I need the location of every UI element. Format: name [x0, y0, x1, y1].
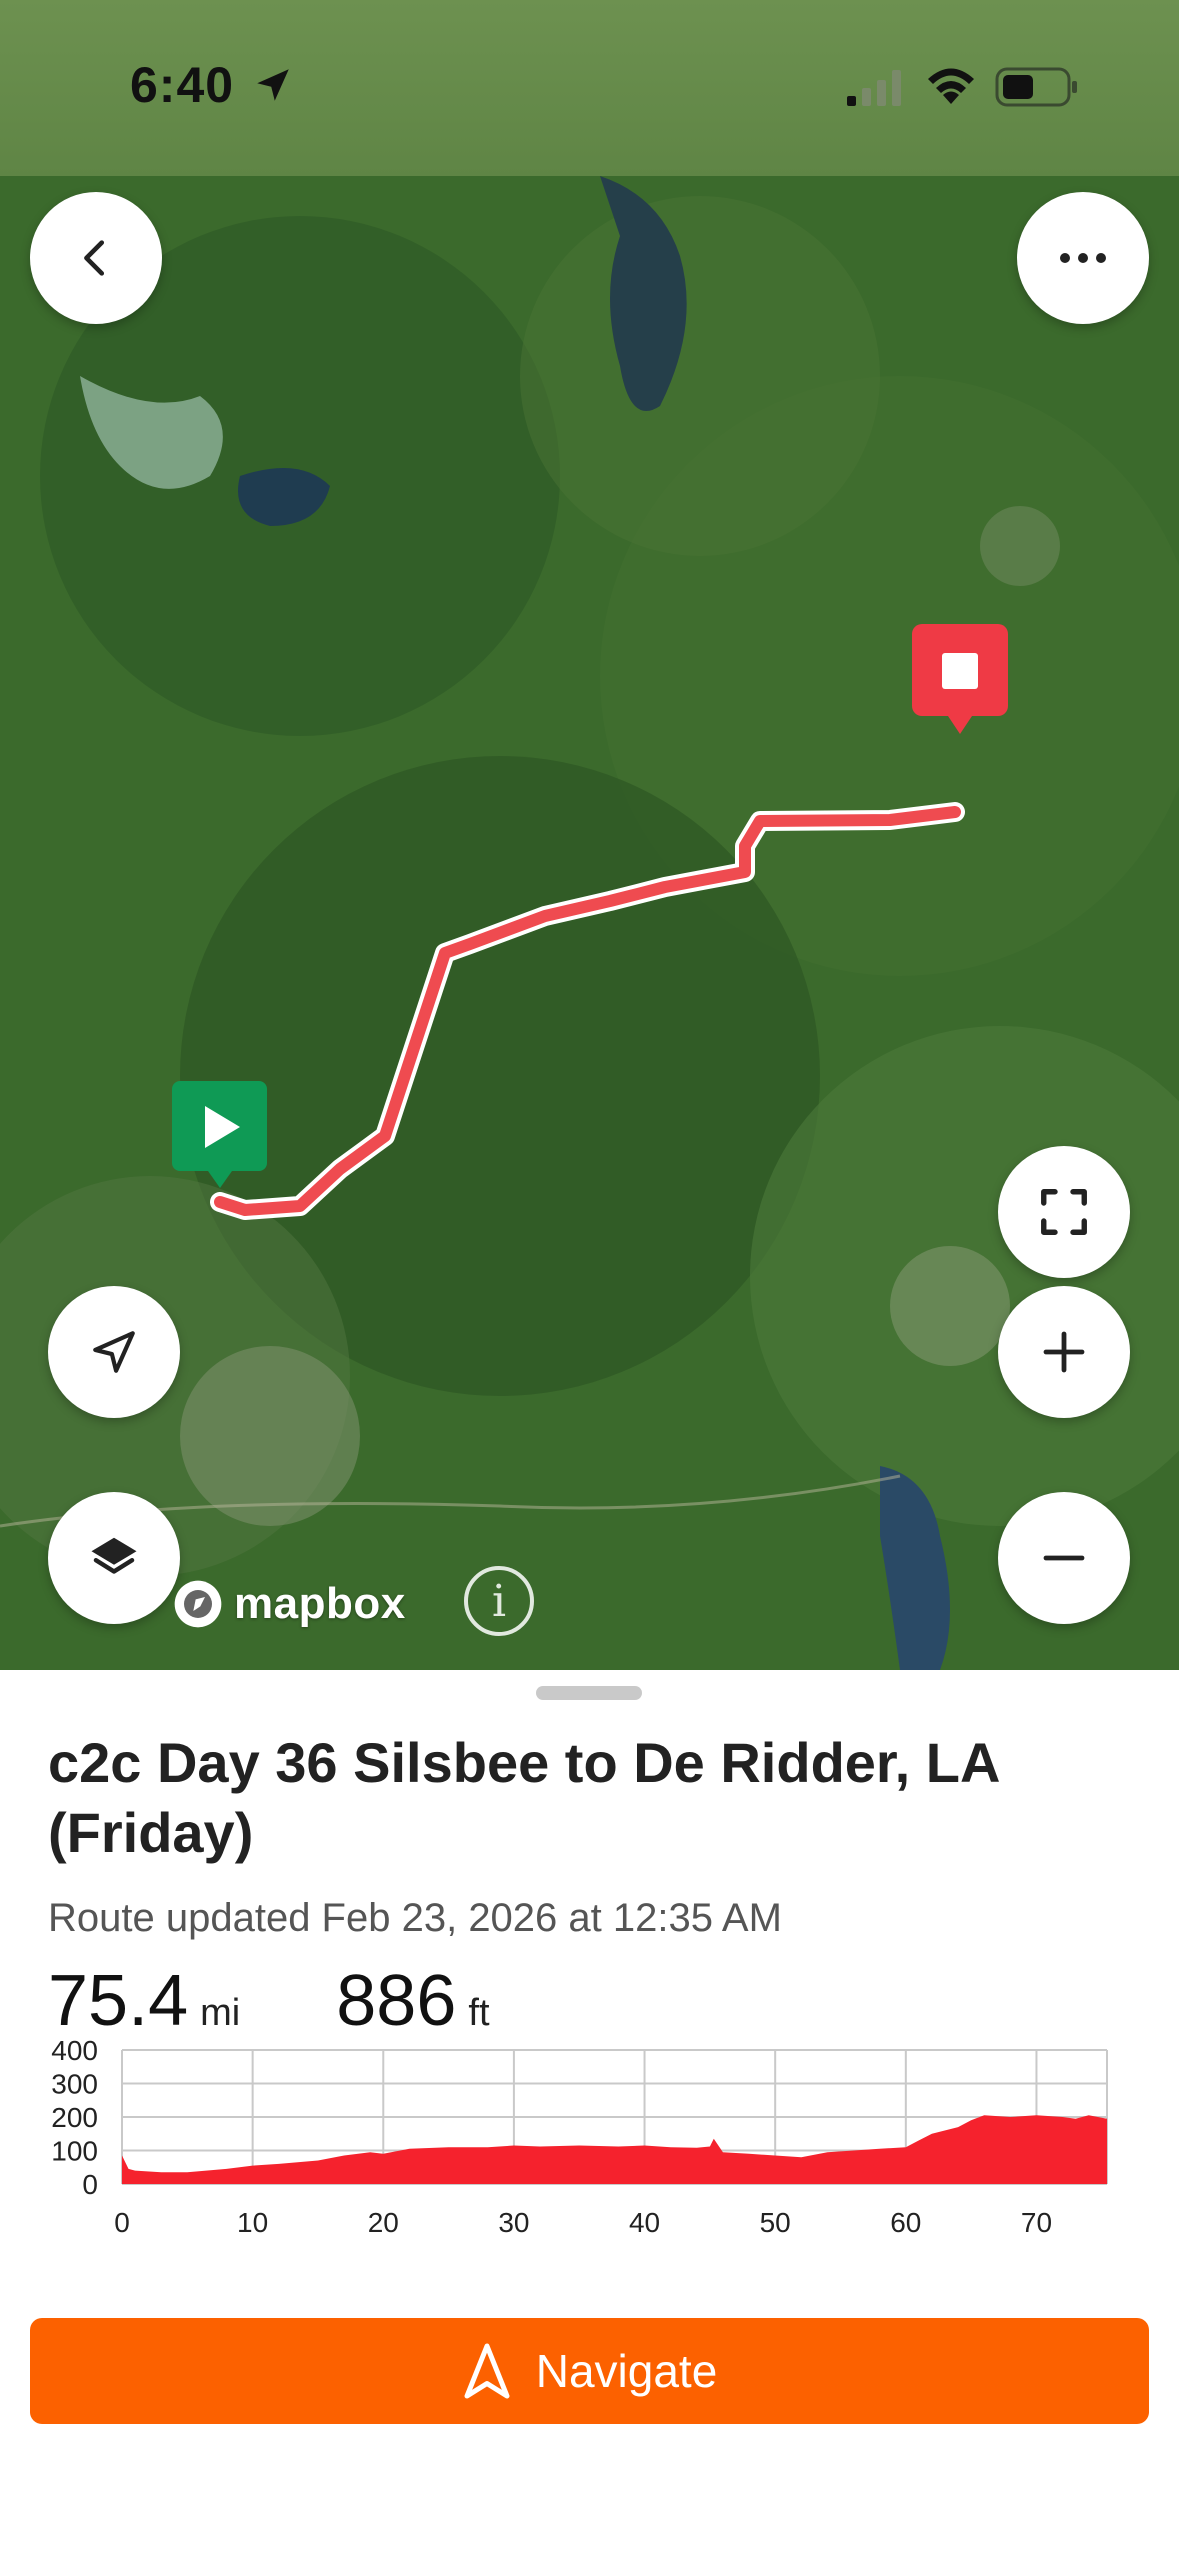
x-tick-label: 20 [368, 2207, 399, 2238]
x-tick-label: 30 [498, 2207, 529, 2238]
route-map[interactable]: mapbox i [0, 176, 1179, 1670]
elevation-chart[interactable]: 01002003004000 10 20 30 40 50 60 70 [0, 2040, 1179, 2340]
zoom-out-button[interactable] [998, 1492, 1130, 1624]
satellite-map-image [0, 176, 1179, 1670]
info-icon[interactable]: i [464, 1566, 534, 1636]
layers-icon [91, 1537, 137, 1574]
x-tick-label: 0 [114, 2207, 130, 2238]
cellular-signal-icon [847, 70, 901, 106]
status-bar: 6:40 [0, 0, 1179, 176]
fullscreen-button[interactable] [998, 1146, 1130, 1278]
mapbox-logo-icon [174, 1580, 222, 1628]
more-icon [1060, 253, 1106, 263]
map-layers-button[interactable] [48, 1492, 180, 1624]
y-tick-label: 300 [51, 2069, 98, 2100]
x-tick-label: 10 [237, 2207, 268, 2238]
fullscreen-icon [1041, 1189, 1087, 1235]
navigation-arrow-icon [464, 2343, 510, 2399]
mapbox-text: mapbox [234, 1579, 406, 1628]
location-arrow-icon [257, 69, 289, 101]
wifi-icon [928, 68, 974, 104]
more-options-button[interactable] [1017, 192, 1149, 324]
x-tick-label: 70 [1021, 2207, 1052, 2238]
mapbox-logo[interactable]: mapbox [170, 1576, 406, 1632]
x-tick-label: 40 [629, 2207, 660, 2238]
zoom-out-icon [1043, 1555, 1085, 1561]
y-tick-label: 100 [51, 2136, 98, 2167]
battery-icon [995, 67, 1077, 107]
x-tick-label: 60 [890, 2207, 921, 2238]
zoom-in-icon [1043, 1331, 1085, 1373]
y-tick-label: 0 [82, 2169, 98, 2200]
locate-me-button[interactable] [48, 1286, 180, 1418]
back-button[interactable] [30, 192, 162, 324]
status-time: 6:40 [130, 57, 235, 113]
distance-value: 75.4 [48, 1961, 189, 2041]
route-stats: 75.4 mi 886 ft [48, 1960, 490, 2042]
route-title: c2c Day 36 Silsbee to De Ridder, LA (Fri… [48, 1731, 999, 1864]
navigate-button[interactable]: Navigate [30, 2318, 1149, 2424]
elevation-gain-unit: ft [468, 1992, 490, 2034]
navigate-label: Navigate [535, 2345, 718, 2397]
elevation-gain-value: 886 [336, 1961, 457, 2041]
sheet-grabber[interactable] [536, 1686, 642, 1700]
route-detail-screen: 6:40 mapbox i c2c Day 36 Silsbee to De R… [0, 0, 1179, 2556]
route-updated-text: Route updated Feb 23, 2026 at 12:35 AM [48, 1896, 782, 1940]
distance-unit: mi [200, 1992, 241, 2034]
back-icon [84, 240, 105, 276]
y-tick-label: 200 [51, 2102, 98, 2133]
zoom-in-button[interactable] [998, 1286, 1130, 1418]
locate-icon [93, 1331, 135, 1373]
y-tick-label: 400 [51, 2040, 98, 2066]
x-tick-label: 50 [760, 2207, 791, 2238]
